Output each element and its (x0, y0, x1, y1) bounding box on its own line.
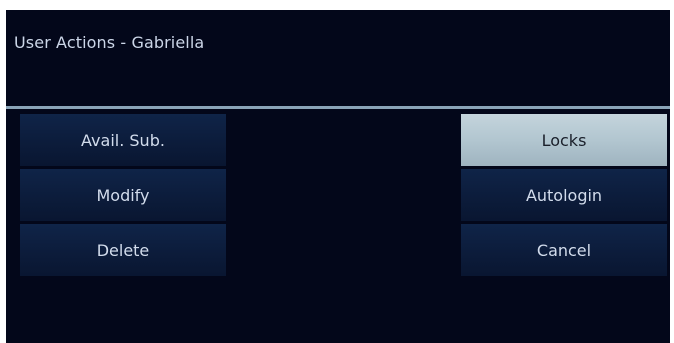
delete-button[interactable]: Delete (20, 224, 226, 276)
autologin-button[interactable]: Autologin (461, 169, 667, 221)
modify-button[interactable]: Modify (20, 169, 226, 221)
user-actions-screen: User Actions - Gabriella Avail. Sub. Mod… (6, 10, 670, 343)
header-bar: User Actions - Gabriella (6, 10, 670, 106)
header-divider (6, 106, 670, 109)
locks-button[interactable]: Locks (461, 114, 667, 166)
cancel-button[interactable]: Cancel (461, 224, 667, 276)
page-title: User Actions - Gabriella (14, 33, 205, 52)
avail-sub-button[interactable]: Avail. Sub. (20, 114, 226, 166)
